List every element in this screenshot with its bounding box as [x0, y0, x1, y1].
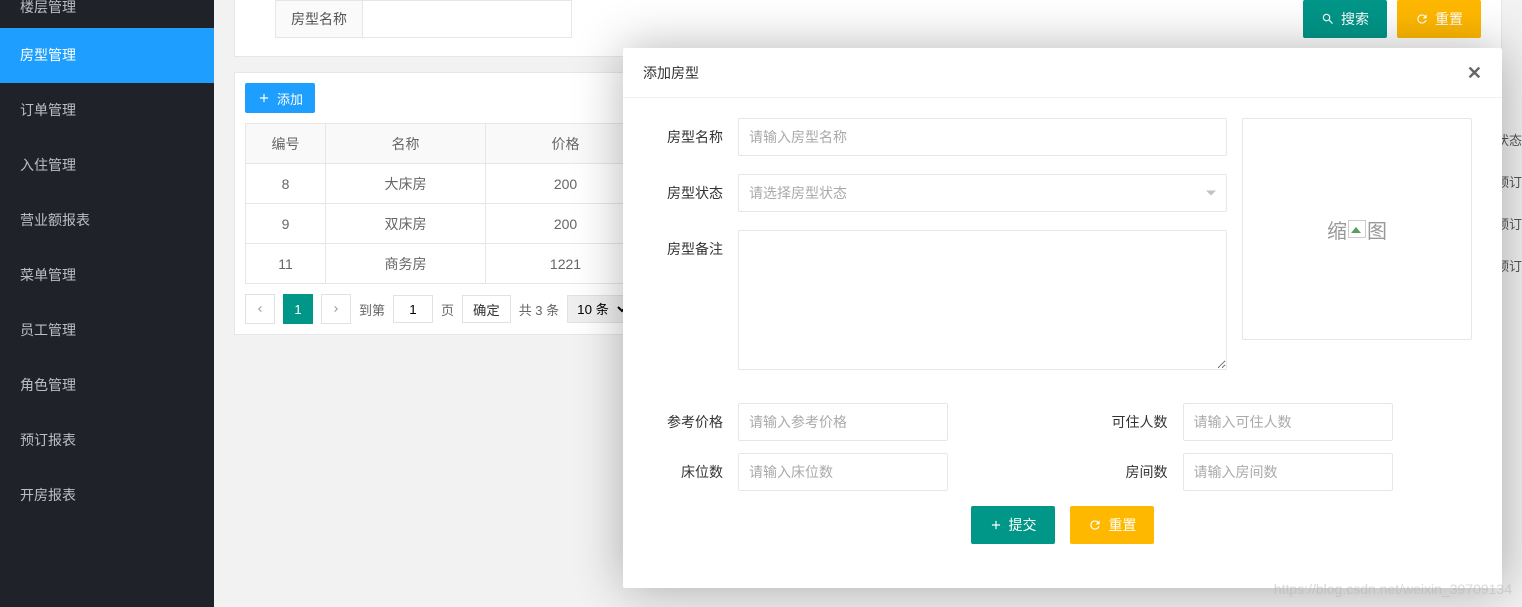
cell-id: 9: [246, 204, 326, 244]
goto-page-input[interactable]: [393, 295, 433, 323]
remark-label: 房型备注: [653, 230, 738, 268]
capacity-label: 可住人数: [1063, 403, 1183, 441]
sidebar-item-label: 房型管理: [20, 47, 76, 63]
sidebar-item-revenue[interactable]: 营业额报表: [0, 193, 214, 248]
cell-price: 200: [486, 164, 646, 204]
sidebar-item-reserve-report[interactable]: 预订报表: [0, 413, 214, 468]
rooms-label: 房间数: [1063, 453, 1183, 491]
sidebar-item-menu[interactable]: 菜单管理: [0, 248, 214, 303]
beds-input[interactable]: [738, 453, 948, 491]
sidebar-item-staff[interactable]: 员工管理: [0, 303, 214, 358]
modal-body: 房型名称 房型状态 请选择房型状态 房型备注: [623, 98, 1502, 564]
select-placeholder: 请选择房型状态: [749, 185, 847, 201]
modal-header: 添加房型 ✕: [623, 48, 1502, 98]
total-count: 共 3 条: [519, 300, 559, 319]
button-label: 重置: [1435, 9, 1463, 29]
name-label: 房型名称: [653, 118, 738, 156]
col-price: 价格: [486, 124, 646, 164]
sidebar-item-roomtype[interactable]: 房型管理: [0, 28, 214, 83]
sidebar-item-label: 员工管理: [20, 322, 76, 338]
status-label: 房型状态: [653, 174, 738, 212]
cell-name: 大床房: [326, 164, 486, 204]
button-label: 重置: [1108, 515, 1136, 535]
sidebar-item-floor[interactable]: 楼层管理: [0, 0, 214, 28]
prev-page-button[interactable]: [245, 294, 275, 324]
page-size-select[interactable]: 10 条: [567, 295, 631, 323]
col-id: 编号: [246, 124, 326, 164]
rooms-input[interactable]: [1183, 453, 1393, 491]
sidebar-item-open-report[interactable]: 开房报表: [0, 468, 214, 523]
modal-close-button[interactable]: ✕: [1467, 48, 1482, 98]
capacity-input[interactable]: [1183, 403, 1393, 441]
plus-icon: [257, 91, 271, 105]
goto-label: 到第: [359, 300, 385, 319]
button-label: 提交: [1009, 515, 1037, 535]
sidebar-item-role[interactable]: 角色管理: [0, 358, 214, 413]
col-name: 名称: [326, 124, 486, 164]
sidebar-item-label: 楼层管理: [20, 0, 76, 15]
status-select[interactable]: 请选择房型状态: [738, 174, 1227, 212]
sidebar: 楼层管理 房型管理 订单管理 入住管理 营业额报表 菜单管理 员工管理 角色管理…: [0, 0, 214, 607]
cell-id: 11: [246, 244, 326, 284]
broken-image-icon: [1348, 220, 1366, 238]
search-label: 房型名称: [275, 0, 362, 38]
page-suffix: 页: [441, 300, 454, 319]
chevron-down-icon: [1206, 191, 1216, 196]
search-input[interactable]: [362, 0, 572, 38]
button-label: 添加: [277, 89, 303, 108]
sidebar-item-label: 订单管理: [20, 102, 76, 118]
modal-reset-button[interactable]: 重置: [1070, 506, 1154, 544]
sidebar-item-label: 预订报表: [20, 432, 76, 448]
submit-button[interactable]: 提交: [971, 506, 1055, 544]
reset-button[interactable]: 重置: [1397, 0, 1481, 38]
refresh-icon: [1088, 518, 1102, 532]
thumbnail-upload[interactable]: 缩 图: [1242, 118, 1472, 340]
cell-name: 双床房: [326, 204, 486, 244]
add-room-type-modal: 添加房型 ✕ 房型名称 房型状态 请选择房型状态: [623, 48, 1502, 588]
add-button[interactable]: 添加: [245, 83, 315, 113]
thumbnail-placeholder: 缩 图: [1327, 215, 1387, 244]
sidebar-item-label: 入住管理: [20, 157, 76, 173]
page-number[interactable]: 1: [283, 294, 313, 324]
goto-confirm-button[interactable]: 确定: [462, 295, 511, 323]
button-label: 搜索: [1341, 9, 1369, 29]
cell-name: 商务房: [326, 244, 486, 284]
cell-price: 200: [486, 204, 646, 244]
plus-icon: [989, 518, 1003, 532]
sidebar-item-label: 开房报表: [20, 487, 76, 503]
modal-title: 添加房型: [643, 48, 699, 98]
name-input[interactable]: [738, 118, 1227, 156]
refresh-icon: [1415, 12, 1429, 26]
chevron-right-icon: [330, 303, 342, 315]
cell-id: 8: [246, 164, 326, 204]
sidebar-item-label: 菜单管理: [20, 267, 76, 283]
sidebar-item-order[interactable]: 订单管理: [0, 83, 214, 138]
sidebar-item-checkin[interactable]: 入住管理: [0, 138, 214, 193]
chevron-left-icon: [254, 303, 266, 315]
remark-textarea[interactable]: [738, 230, 1227, 370]
next-page-button[interactable]: [321, 294, 351, 324]
beds-label: 床位数: [653, 453, 738, 491]
sidebar-item-label: 角色管理: [20, 377, 76, 393]
sidebar-item-label: 营业额报表: [20, 212, 90, 228]
search-icon: [1321, 12, 1335, 26]
price-input[interactable]: [738, 403, 948, 441]
search-button[interactable]: 搜索: [1303, 0, 1387, 38]
price-label: 参考价格: [653, 403, 738, 441]
cell-price: 1221: [486, 244, 646, 284]
watermark: https://blog.csdn.net/weixin_39709134: [1274, 581, 1512, 597]
modal-footer: 提交 重置: [653, 506, 1472, 544]
